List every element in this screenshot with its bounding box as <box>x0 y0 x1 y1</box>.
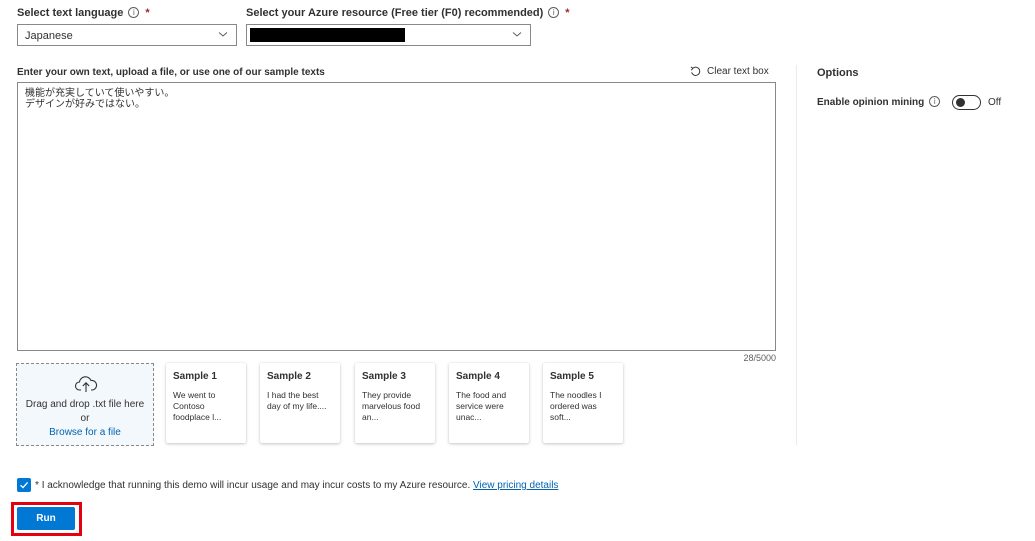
language-label: Select text language i * <box>17 7 150 19</box>
sample-preview: The food and service were unac... <box>456 390 507 422</box>
resource-label: Select your Azure resource (Free tier (F… <box>246 7 570 19</box>
browse-file-link[interactable]: Browse for a file <box>17 427 153 438</box>
sample-card-3[interactable]: Sample 3 They provide marvelous food an.… <box>355 363 435 443</box>
info-icon[interactable]: i <box>128 7 140 18</box>
sample-preview: The noodles I ordered was soft... <box>550 390 602 422</box>
options-title: Options <box>817 67 859 79</box>
sample-card-1[interactable]: Sample 1 We went to Contoso foodplace l.… <box>166 363 246 443</box>
drop-instruction: Drag and drop .txt file here <box>25 399 145 410</box>
text-input[interactable]: 機能が充実していて使いやすい。 デザインが好みではない。 <box>17 82 776 351</box>
text-line: デザインが好みではない。 <box>25 99 145 110</box>
options-divider <box>796 65 797 445</box>
sample-preview: I had the best day of my life.... <box>267 390 327 411</box>
clear-text-button[interactable]: Clear text box <box>690 66 769 77</box>
text-line: 機能が充実していて使いやすい。 <box>25 88 175 99</box>
file-drop-zone[interactable]: Drag and drop .txt file here or Browse f… <box>16 363 154 446</box>
opinion-mining-label: Enable opinion mining i <box>817 96 941 108</box>
info-icon[interactable]: i <box>548 7 560 18</box>
language-select[interactable]: Japanese <box>17 24 237 46</box>
cloud-upload-icon <box>74 376 98 392</box>
acknowledge-text: * I acknowledge that running this demo w… <box>35 480 559 491</box>
sample-card-2[interactable]: Sample 2 I had the best day of my life..… <box>260 363 340 443</box>
sample-title: Sample 2 <box>267 371 311 382</box>
character-counter: 28/5000 <box>743 353 776 363</box>
checkmark-icon <box>20 481 29 489</box>
sample-title: Sample 5 <box>550 371 594 382</box>
redacted-resource-value <box>250 28 405 42</box>
chevron-down-icon <box>512 32 522 37</box>
chevron-down-icon <box>218 32 228 37</box>
opinion-mining-state: Off <box>988 97 1002 108</box>
drop-or: or <box>80 413 90 424</box>
opinion-mining-toggle[interactable] <box>952 95 981 110</box>
sample-card-5[interactable]: Sample 5 The noodles I ordered was soft.… <box>543 363 623 443</box>
view-pricing-link[interactable]: View pricing details <box>473 480 558 491</box>
resource-select[interactable] <box>246 24 531 46</box>
acknowledge-checkbox[interactable] <box>17 478 31 492</box>
sample-preview: We went to Contoso foodplace l... <box>173 390 222 422</box>
sample-title: Sample 4 <box>456 371 500 382</box>
toggle-knob <box>956 98 965 107</box>
sample-title: Sample 1 <box>173 371 217 382</box>
sample-preview: They provide marvelous food an... <box>362 390 421 422</box>
sample-card-4[interactable]: Sample 4 The food and service were unac.… <box>449 363 529 443</box>
run-button[interactable]: Run <box>17 507 75 530</box>
language-select-value: Japanese <box>25 30 73 42</box>
input-label: Enter your own text, upload a file, or u… <box>17 67 325 78</box>
sample-title: Sample 3 <box>362 371 406 382</box>
info-icon[interactable]: i <box>929 96 941 107</box>
undo-icon <box>690 66 701 76</box>
